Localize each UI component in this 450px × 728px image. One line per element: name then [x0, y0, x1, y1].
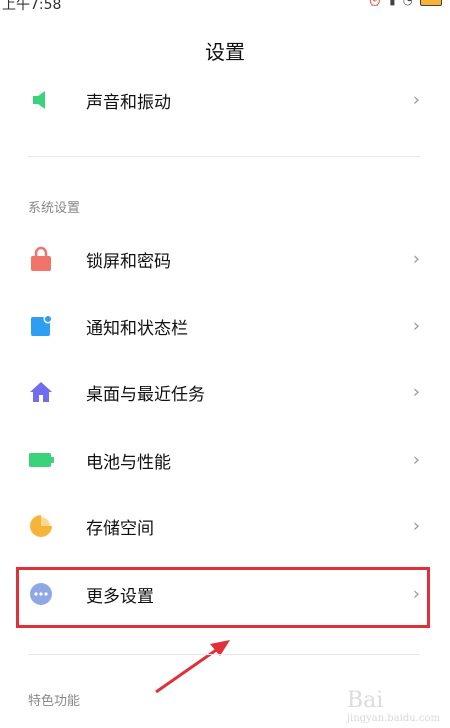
settings-item-desktop[interactable]: 桌面与最近任务 › — [14, 364, 434, 420]
highlight-box — [16, 567, 430, 628]
settings-item-label: 桌面与最近任务 — [86, 384, 205, 405]
settings-item-storage[interactable]: 存储空间 › — [14, 498, 434, 554]
watermark-url: jingyan.baidu.com — [346, 713, 440, 724]
chevron-right-icon: › — [412, 515, 420, 537]
settings-item-notifications[interactable]: 通知和状态栏 › — [14, 298, 434, 354]
lock-icon — [28, 246, 54, 272]
battery-status-icon — [420, 0, 442, 6]
signal-icon: ▮ — [389, 0, 398, 7]
section-header-special: 特色功能 — [28, 694, 81, 709]
status-time: 上午7:58 — [2, 0, 62, 13]
settings-item-lock-screen[interactable]: 锁屏和密码 › — [14, 231, 434, 287]
watermark: Bai jingyan.baidu.com — [347, 688, 440, 724]
watermark-logo: Bai — [346, 688, 384, 713]
section-header-system: 系统设置 — [28, 201, 81, 216]
settings-item-label: 声音和振动 — [86, 92, 171, 113]
settings-item-battery[interactable]: 电池与性能 › — [14, 432, 434, 488]
storage-pie-icon — [28, 513, 54, 539]
settings-item-label: 锁屏和密码 — [86, 251, 171, 272]
chevron-right-icon: › — [412, 89, 420, 111]
settings-item-sound[interactable]: 声音和振动 › — [14, 72, 434, 128]
battery-icon — [28, 447, 54, 473]
notification-icon — [28, 313, 54, 339]
settings-item-label: 通知和状态栏 — [86, 318, 188, 339]
annotation-arrow — [155, 640, 230, 694]
wifi-icon: ◔ — [402, 0, 415, 7]
speaker-icon — [28, 87, 54, 113]
settings-item-label: 存储空间 — [86, 518, 154, 539]
chevron-right-icon: › — [412, 381, 420, 403]
chevron-right-icon: › — [412, 248, 420, 270]
divider — [28, 654, 420, 655]
divider — [28, 156, 420, 157]
home-icon — [28, 379, 54, 405]
chevron-right-icon: › — [412, 449, 420, 471]
status-icons: ⏰ ▮ ◔ — [368, 0, 442, 7]
alarm-icon: ⏰ — [368, 0, 384, 7]
settings-item-label: 电池与性能 — [86, 452, 171, 473]
status-bar: 上午7:58 ⏰ ▮ ◔ — [0, 0, 450, 14]
page-title: 设置 — [205, 40, 245, 64]
chevron-right-icon: › — [412, 315, 420, 337]
